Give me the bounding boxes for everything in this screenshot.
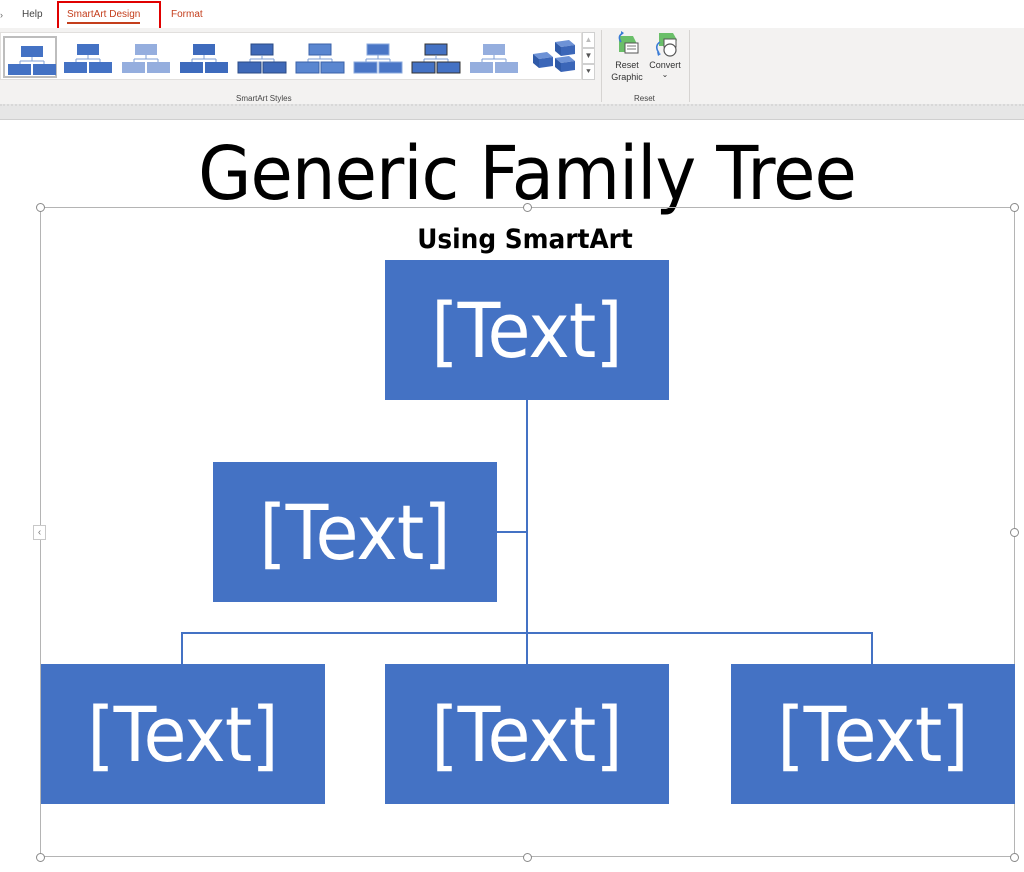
org-node-child-2[interactable]: [Text]	[385, 664, 669, 804]
group-separator	[601, 30, 602, 102]
smartart-styles-gallery	[0, 32, 582, 80]
org-node-assistant[interactable]: [Text]	[213, 462, 497, 602]
convert-icon	[655, 33, 677, 57]
tab-format[interactable]: Format	[171, 9, 203, 20]
smartart-style-4[interactable]	[177, 36, 231, 78]
resize-handle-bottom[interactable]	[523, 853, 532, 862]
smartart-subtitle[interactable]: Using SmartArt	[42, 224, 1008, 255]
node-text: [Text]	[87, 689, 279, 779]
org-chart-style-icon	[8, 46, 56, 75]
smartart-style-1[interactable]	[3, 36, 57, 78]
powerpoint-window: › Help SmartArt Design Format ▲ ▼ ⯆ Smar…	[0, 0, 1024, 872]
smartart-style-7[interactable]	[351, 36, 405, 78]
reset-graphic-icon	[618, 31, 639, 54]
resize-handle-top[interactable]	[523, 203, 532, 212]
org-chart-style-icon	[533, 40, 575, 72]
smartart-style-8[interactable]	[409, 36, 463, 78]
org-chart-style-icon	[64, 44, 112, 73]
reset-group-label: Reset	[634, 94, 655, 103]
group-separator	[689, 30, 690, 102]
node-text: [Text]	[431, 285, 623, 375]
tab-help[interactable]: Help	[22, 9, 43, 20]
resize-handle-right[interactable]	[1010, 528, 1019, 537]
ribbon-bottom-edge	[0, 104, 1024, 120]
smartart-style-5[interactable]	[235, 36, 289, 78]
reset-graphic-label-line2: Graphic	[611, 72, 643, 82]
smartart-styles-group-label: SmartArt Styles	[236, 94, 292, 103]
resize-handle-bottom-right[interactable]	[1010, 853, 1019, 862]
smartart-style-2[interactable]	[61, 36, 115, 78]
ribbon-tabs: › Help SmartArt Design Format	[0, 0, 1024, 32]
org-chart-style-icon	[353, 43, 403, 74]
connector-child-left	[181, 632, 183, 664]
org-chart-style-icon	[122, 44, 170, 73]
ribbon: ▲ ▼ ⯆ SmartArt Styles Reset Graphic Conv…	[0, 28, 1024, 104]
resize-handle-top-left[interactable]	[36, 203, 45, 212]
smartart-style-9[interactable]	[467, 36, 521, 78]
reset-graphic-button[interactable]: Reset Graphic	[607, 30, 647, 88]
smartart-style-3[interactable]	[119, 36, 173, 78]
org-chart-style-icon	[237, 43, 287, 74]
org-chart-style-icon	[411, 43, 461, 74]
org-chart-style-icon	[180, 44, 228, 73]
resize-handle-top-right[interactable]	[1010, 203, 1019, 212]
convert-dropdown-caret[interactable]: ⌄	[645, 71, 685, 79]
org-node-child-1[interactable]: [Text]	[41, 664, 325, 804]
convert-button[interactable]: Convert ⌄	[645, 30, 685, 88]
text-pane-toggle-button[interactable]: ‹	[33, 525, 46, 540]
node-text: [Text]	[431, 689, 623, 779]
gallery-scroll-down-button[interactable]: ▼	[582, 48, 595, 64]
slide-canvas[interactable]: Generic Family Tree ‹ Using SmartArt [Te…	[0, 120, 1024, 872]
gallery-scroll: ▲ ▼ ⯆	[582, 32, 595, 80]
connector-assistant	[497, 531, 527, 533]
connector-children-bar	[181, 632, 873, 634]
smartart-style-10[interactable]	[525, 36, 579, 78]
org-chart-style-icon	[470, 44, 518, 73]
reset-graphic-label-line1: Reset	[615, 60, 639, 70]
connector-child-right	[871, 632, 873, 664]
gallery-more-button[interactable]: ⯆	[582, 64, 595, 80]
node-text: [Text]	[259, 487, 451, 577]
org-node-child-3[interactable]: [Text]	[731, 664, 1015, 804]
node-text: [Text]	[777, 689, 969, 779]
org-chart-style-icon	[295, 43, 345, 74]
gallery-scroll-up-button[interactable]: ▲	[582, 32, 595, 48]
resize-handle-bottom-left[interactable]	[36, 853, 45, 862]
tab-overflow-stub: ›	[0, 10, 3, 20]
org-node-top[interactable]: [Text]	[385, 260, 669, 400]
smartart-style-6[interactable]	[293, 36, 347, 78]
